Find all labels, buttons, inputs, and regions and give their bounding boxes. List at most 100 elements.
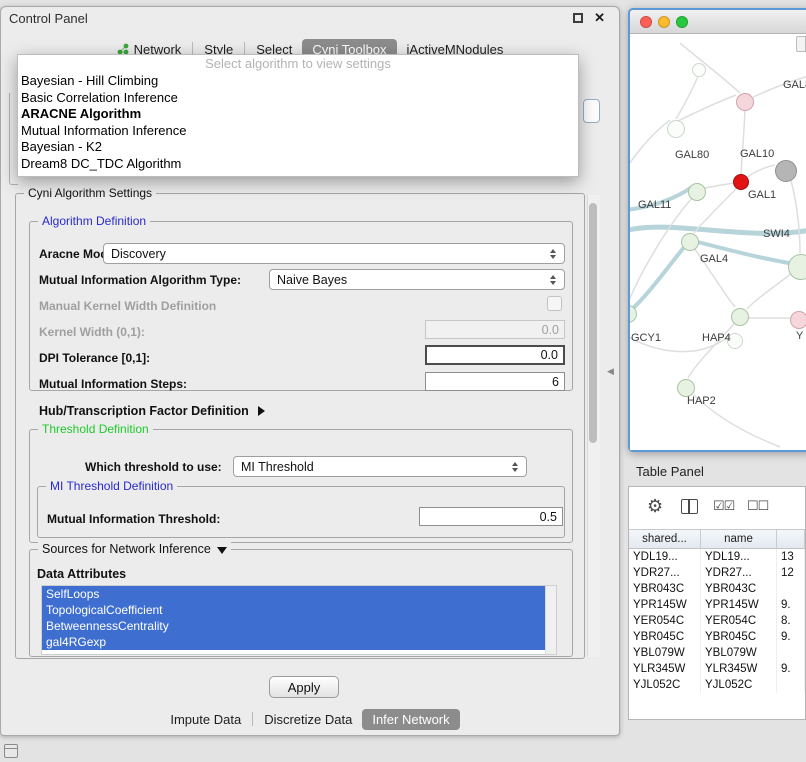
table-row[interactable]: YJL052CYJL052C (629, 677, 805, 693)
table-row[interactable]: YBR043CYBR043C (629, 581, 805, 597)
which-threshold-select[interactable]: MI Threshold (233, 456, 527, 477)
cell (777, 645, 805, 661)
select-all-checkboxes-icon[interactable]: ☑☑ (713, 498, 734, 514)
close-window-icon[interactable]: ✕ (594, 10, 605, 26)
node-label: HAP2 (687, 395, 716, 407)
network-node-gal1[interactable] (733, 174, 749, 190)
expand-right-icon (258, 406, 265, 416)
traffic-minimize-icon[interactable] (658, 16, 670, 28)
cell: YDR27... (701, 565, 777, 581)
bottom-tabbar: Impute Data Discretize Data Infer Networ… (1, 707, 619, 731)
network-node[interactable] (692, 63, 706, 77)
splitter-collapse-button[interactable]: ◀ (607, 366, 614, 377)
apply-button[interactable]: Apply (269, 676, 339, 698)
list-scrollbar-track[interactable] (545, 586, 556, 654)
network-node-hap4[interactable] (731, 308, 749, 326)
cell: 13 (777, 549, 805, 565)
column-header-shared[interactable]: shared... (629, 530, 701, 548)
network-canvas[interactable]: GAL8 GAL80 GAL10 GAL11 GAL1 SWI4 GAL4 GC… (630, 35, 806, 450)
gear-icon[interactable]: ⚙ (647, 496, 663, 517)
table-row[interactable]: YBL079WYBL079W (629, 645, 805, 661)
cell: 9. (777, 629, 805, 645)
mi-type-label: Mutual Information Algorithm Type: (39, 273, 241, 287)
tab-infer-network-label: Infer Network (372, 712, 449, 727)
cell: YDL19... (701, 549, 777, 565)
aracne-mode-select[interactable]: Discovery (103, 243, 565, 264)
table-row[interactable]: YER054CYER054C8. (629, 613, 805, 629)
collapse-down-icon (217, 547, 227, 554)
cell: 12 (777, 565, 805, 581)
algorithm-option[interactable]: Mutual Information Inference (18, 123, 578, 140)
table-row[interactable]: YPR145WYPR145W9. (629, 597, 805, 613)
deselect-all-checkboxes-icon[interactable]: ☐☐ (747, 498, 768, 514)
table-panel-title: Table Panel (636, 464, 704, 479)
sources-title-text: Sources for Network Inference (42, 542, 211, 556)
cell (777, 581, 805, 597)
network-node[interactable] (736, 93, 754, 111)
tab-discretize-data[interactable]: Discretize Data (254, 709, 362, 730)
table-row[interactable]: YBR045CYBR045C9. (629, 629, 805, 645)
aracne-mode-value: Discovery (111, 247, 545, 261)
network-view-window: GAL8 GAL80 GAL10 GAL11 GAL1 SWI4 GAL4 GC… (628, 8, 806, 452)
sources-group-title[interactable]: Sources for Network Inference (38, 542, 231, 556)
node-label: GAL10 (740, 148, 774, 160)
cell: YBL079W (629, 645, 701, 661)
mi-threshold-field[interactable]: 0.5 (419, 507, 563, 526)
network-node[interactable] (790, 311, 806, 329)
desktop: Control Panel ✕ Network Style Select Cyn… (0, 0, 806, 762)
network-node-gal11[interactable] (688, 183, 706, 201)
manual-kernel-label: Manual Kernel Width Definition (39, 299, 216, 313)
table-row[interactable]: YDL19...YDL19...13 (629, 549, 805, 565)
column-header-partial[interactable] (777, 530, 805, 548)
algorithm-option[interactable]: Bayesian - Hill Climbing (18, 73, 578, 90)
updown-arrows-icon (545, 249, 561, 259)
list-item-selected[interactable]: gal4RGexp (42, 634, 545, 650)
control-panel-title: Control Panel (9, 11, 88, 26)
mi-type-select[interactable]: Naive Bayes (269, 269, 565, 290)
float-window-icon[interactable] (573, 13, 583, 23)
algorithm-dropdown-popup: Select algorithm to view settings Bayesi… (17, 54, 579, 177)
cyni-algorithm-settings-title: Cyni Algorithm Settings (24, 186, 156, 200)
list-item-selected[interactable]: SelfLoops (42, 586, 545, 602)
kernel-width-field[interactable]: 0.0 (425, 320, 565, 339)
list-item-selected[interactable]: TopologicalCoefficient (42, 602, 545, 618)
algorithm-option[interactable]: Bayesian - K2 (18, 139, 578, 156)
table-row[interactable]: YDR27...YDR27...12 (629, 565, 805, 581)
which-threshold-value: MI Threshold (241, 460, 507, 474)
algorithm-definition-title: Algorithm Definition (38, 214, 150, 228)
dpi-tolerance-label: DPI Tolerance [0,1]: (39, 351, 150, 365)
network-node-gal10[interactable] (775, 160, 797, 182)
algorithm-placeholder: Select algorithm to view settings (18, 55, 578, 73)
cell: YPR145W (629, 597, 701, 613)
threshold-definition-title: Threshold Definition (38, 422, 153, 436)
tab-impute-data[interactable]: Impute Data (160, 709, 251, 730)
cell: YPR145W (701, 597, 777, 613)
manual-kernel-checkbox[interactable] (547, 296, 562, 311)
network-node-gal4[interactable] (681, 233, 699, 251)
mi-steps-field[interactable]: 6 (425, 372, 565, 391)
algorithm-option[interactable]: Dream8 DC_TDC Algorithm (18, 156, 578, 173)
algorithm-option[interactable]: Basic Correlation Inference (18, 90, 578, 107)
network-toolbar-fragment (796, 36, 806, 52)
column-header-name[interactable]: name (701, 530, 777, 548)
table-row[interactable]: YLR345WYLR345W9. (629, 661, 805, 677)
settings-scrollbar-thumb[interactable] (589, 203, 597, 443)
table-body: YDL19...YDL19...13 YDR27...YDR27...12 YB… (629, 549, 805, 719)
cell: 9. (777, 597, 805, 613)
dpi-tolerance-field[interactable]: 0.0 (425, 345, 565, 365)
cell: YJL052C (701, 677, 777, 693)
cell: YDR27... (629, 565, 701, 581)
hub-definition-toggle[interactable]: Hub/Transcription Factor Definition (39, 402, 265, 418)
tab-infer-network[interactable]: Infer Network (362, 709, 459, 730)
docked-panel-icon[interactable] (4, 744, 18, 758)
algorithm-option-selected[interactable]: ARACNE Algorithm (18, 106, 578, 123)
list-item-selected[interactable]: BetweennessCentrality (42, 618, 545, 634)
cell: YBR045C (629, 629, 701, 645)
traffic-close-icon[interactable] (640, 16, 652, 28)
column-settings-icon[interactable] (681, 499, 698, 514)
table-panel: ⚙ ☑☑ ☐☐ shared... name YDL19...YDL19...1… (628, 486, 806, 720)
cell: YLR345W (629, 661, 701, 677)
traffic-zoom-icon[interactable] (676, 16, 688, 28)
network-node[interactable] (667, 120, 685, 138)
network-edges (630, 35, 806, 450)
